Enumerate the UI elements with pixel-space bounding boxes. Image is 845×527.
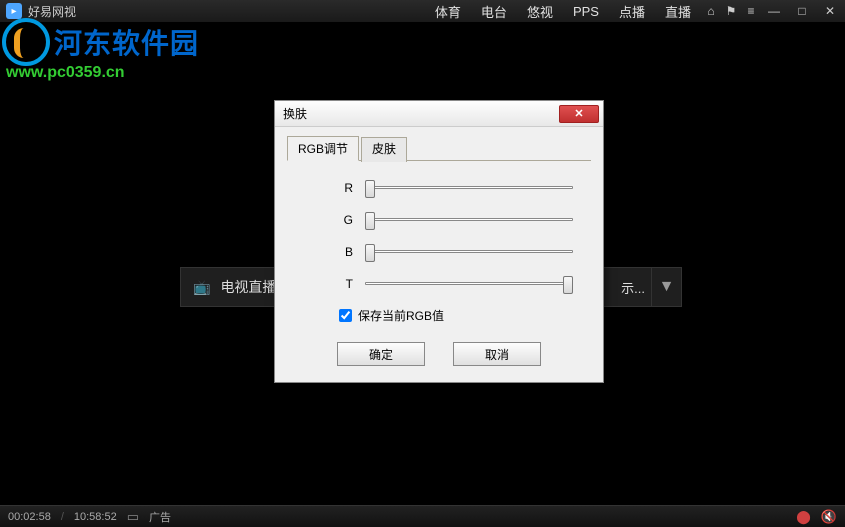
- home-icon[interactable]: ⌂: [701, 1, 721, 21]
- slider-row-b: B: [287, 243, 591, 261]
- slider-label-b: B: [335, 245, 353, 259]
- tv-icon: 📺: [193, 279, 210, 296]
- nav-live[interactable]: 直播: [655, 2, 701, 21]
- record-icon[interactable]: ⬤: [796, 509, 811, 525]
- slider-t[interactable]: [365, 275, 573, 293]
- maximize-button[interactable]: □: [789, 1, 815, 21]
- save-rgb-checkbox[interactable]: [339, 309, 352, 322]
- skin-dialog: 换肤 ✕ RGB调节 皮肤 R G: [274, 100, 604, 383]
- ad-label: 广告: [149, 509, 171, 525]
- window-controls: — □ ✕: [761, 1, 845, 21]
- dialog-body: RGB调节 皮肤 R G B: [275, 127, 603, 382]
- app-title: 好易网视: [28, 3, 76, 20]
- slider-row-g: G: [287, 211, 591, 229]
- pin-icon[interactable]: ⚑: [721, 1, 741, 21]
- dialog-close-button[interactable]: ✕: [559, 105, 599, 123]
- nav-pps[interactable]: PPS: [563, 4, 609, 19]
- statusbar: 00:02:58 / 10:58:52 ▭ 广告 ⬤ 🔇: [0, 505, 845, 527]
- slider-label-t: T: [335, 277, 353, 291]
- ok-button[interactable]: 确定: [337, 342, 425, 366]
- tab-skin[interactable]: 皮肤: [361, 137, 407, 162]
- save-rgb-row: 保存当前RGB值: [339, 307, 591, 324]
- slider-label-g: G: [335, 213, 353, 227]
- time-total: 10:58:52: [74, 511, 117, 523]
- cancel-button[interactable]: 取消: [453, 342, 541, 366]
- slider-row-t: T: [287, 275, 591, 293]
- slider-g[interactable]: [365, 211, 573, 229]
- app-icon: ▸: [6, 3, 22, 19]
- slider-r[interactable]: [365, 179, 573, 197]
- time-separator: /: [61, 511, 64, 523]
- time-elapsed: 00:02:58: [8, 511, 51, 523]
- nav-youshi[interactable]: 悠视: [517, 2, 563, 21]
- minimize-button[interactable]: —: [761, 1, 787, 21]
- tv-live-label: 电视直播: [220, 277, 276, 297]
- mute-icon[interactable]: 🔇: [821, 509, 837, 525]
- dialog-titlebar[interactable]: 换肤 ✕: [275, 101, 603, 127]
- chevron-down-icon[interactable]: ▼: [651, 268, 681, 306]
- slider-thumb-b[interactable]: [365, 244, 375, 262]
- nav-sports[interactable]: 体育: [425, 2, 471, 21]
- menu-icon[interactable]: ≡: [741, 1, 761, 21]
- titlebar: ▸ 好易网视 体育 电台 悠视 PPS 点播 直播 ⌂ ⚑ ≡ — □ ✕: [0, 0, 845, 22]
- slider-b[interactable]: [365, 243, 573, 261]
- slider-label-r: R: [335, 181, 353, 195]
- tab-rgb-adjust[interactable]: RGB调节: [287, 136, 359, 161]
- save-rgb-label: 保存当前RGB值: [358, 307, 444, 324]
- dropdown-label: 示...: [597, 278, 651, 297]
- close-button[interactable]: ✕: [817, 1, 843, 21]
- content-area: 📺 电视直播 示... ▼ 换肤 ✕ RGB调节 皮肤 R: [0, 22, 845, 505]
- dialog-title: 换肤: [283, 105, 559, 122]
- dialog-buttons: 确定 取消: [287, 342, 591, 370]
- slider-row-r: R: [287, 179, 591, 197]
- slider-thumb-t[interactable]: [563, 276, 573, 294]
- nav-radio[interactable]: 电台: [471, 2, 517, 21]
- slider-thumb-g[interactable]: [365, 212, 375, 230]
- slider-thumb-r[interactable]: [365, 180, 375, 198]
- dialog-tabs: RGB调节 皮肤: [287, 135, 591, 161]
- display-dropdown[interactable]: 示... ▼: [596, 267, 682, 307]
- nav-vod[interactable]: 点播: [609, 2, 655, 21]
- comment-icon[interactable]: ▭: [127, 509, 139, 525]
